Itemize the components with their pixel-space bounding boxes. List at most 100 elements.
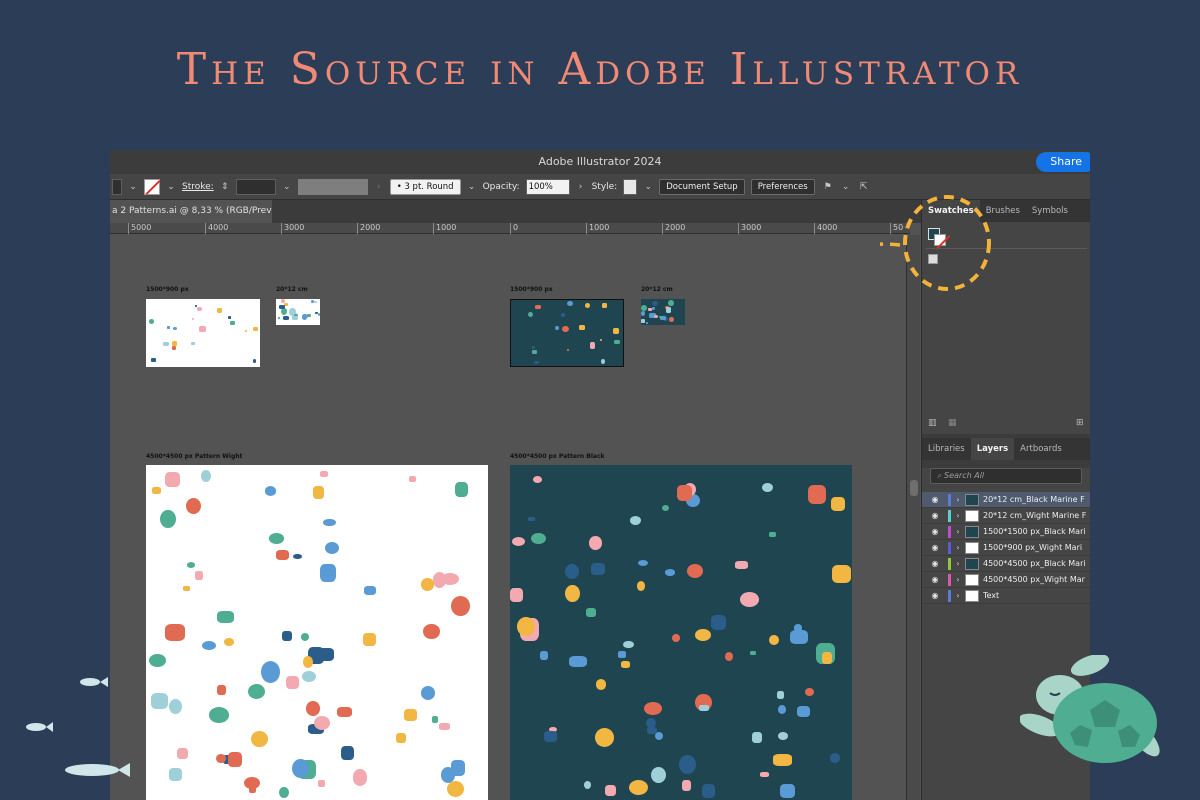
scrollbar-thumb[interactable] [910, 480, 918, 496]
bullet-icon: • [396, 181, 402, 192]
eye-icon[interactable]: ◉ [928, 511, 942, 520]
variable-width-profile[interactable] [297, 178, 368, 195]
layer-row[interactable]: ◉ › 1500*1500 px_Black Mari [922, 524, 1090, 540]
layer-row[interactable]: ◉ › Text [922, 588, 1090, 604]
document-setup-button[interactable]: Document Setup [659, 178, 745, 195]
eye-icon[interactable]: ◉ [928, 495, 942, 504]
pattern-motif [612, 328, 619, 334]
layer-row[interactable]: ◉ › 4500*4500 px_Black Mari [922, 556, 1090, 572]
pattern-motif [281, 299, 285, 303]
pattern-motif [804, 688, 814, 697]
artboard-label: 4500*4500 px Pattern Wight [146, 453, 243, 460]
pattern-motif [641, 311, 646, 316]
pattern-motif [450, 596, 470, 617]
eye-icon[interactable]: ◉ [928, 559, 942, 568]
artboard-label: 20*12 cm [276, 286, 308, 293]
share-button[interactable]: Share [1036, 152, 1090, 172]
pattern-motif [739, 592, 759, 607]
pattern-motif [352, 769, 368, 786]
pattern-motif [307, 314, 311, 318]
pattern-motif [517, 616, 535, 636]
brush-definition[interactable]: • 3 pt. Round [389, 178, 461, 195]
chevron-right-icon[interactable]: › [951, 575, 965, 584]
pattern-motif [760, 771, 769, 777]
layer-name: 4500*4500 px_Wight Mar [983, 575, 1085, 584]
preferences-button[interactable]: Preferences [750, 178, 815, 195]
pattern-motif [197, 306, 202, 312]
pattern-motif [830, 753, 841, 763]
layer-name: 20*12 cm_Wight Marine F [983, 511, 1087, 520]
chevron-down-icon[interactable]: ⌄ [841, 179, 851, 195]
pattern-motif [168, 768, 182, 781]
layers-search-input[interactable]: ⌕ Search All [930, 468, 1082, 484]
chevron-right-icon[interactable]: › [951, 527, 965, 536]
pattern-motif [724, 652, 734, 661]
chevron-right-icon[interactable]: › [374, 179, 384, 195]
pattern-motif [578, 324, 585, 330]
chevron-right-icon[interactable]: › [951, 559, 965, 568]
pattern-motif [260, 661, 280, 684]
pattern-motif [151, 358, 157, 362]
opacity-label[interactable]: Opacity: [483, 182, 520, 192]
chevron-right-icon[interactable]: › [951, 495, 965, 504]
pattern-motif [531, 350, 537, 354]
eye-icon[interactable]: ◉ [928, 527, 942, 536]
pattern-motif [363, 633, 376, 647]
layer-row[interactable]: ◉ › 20*12 cm_Wight Marine F [922, 508, 1090, 524]
chevron-down-icon[interactable]: ⌄ [643, 179, 653, 195]
layer-row[interactable]: ◉ › 20*12 cm_Black Marine F [922, 492, 1090, 508]
pattern-motif [777, 705, 787, 715]
layer-list: ◉ › 20*12 cm_Black Marine F ◉ › 20*12 cm_Wigh… [922, 492, 1090, 604]
style-swatch[interactable] [623, 178, 638, 195]
chevron-down-icon[interactable]: ⌄ [282, 179, 292, 195]
layer-row[interactable]: ◉ › 1500*900 px_Wight Mari [922, 540, 1090, 556]
eye-icon[interactable]: ◉ [928, 543, 942, 552]
pattern-motif [636, 580, 646, 591]
pattern-motif [227, 752, 243, 768]
ruler-tick-label: 4000 [205, 223, 228, 234]
chevron-right-icon[interactable]: › [576, 179, 586, 195]
chevron-down-icon[interactable]: ⌄ [467, 179, 477, 195]
chevron-right-icon[interactable]: › [951, 543, 965, 552]
chevron-right-icon[interactable]: › [951, 591, 965, 600]
horizontal-ruler[interactable]: 5000 4000 3000 2000 1000 0 1000 2000 3000 4000 50 [110, 223, 910, 234]
chevron-down-icon[interactable]: ⌄ [166, 179, 176, 195]
canvas[interactable]: 1500*900 px 20*12 cm 1500*900 px 20*12 c… [110, 235, 906, 800]
stroke-label[interactable]: Stroke: [182, 182, 214, 192]
pattern-motif [451, 760, 466, 776]
layer-row[interactable]: ◉ › 4500*4500 px_Wight Mar [922, 572, 1090, 588]
pattern-motif [244, 776, 260, 789]
artboard-4500-pattern-dark[interactable] [510, 465, 852, 800]
artboard-20x12-white[interactable] [276, 299, 320, 325]
artboard-20x12-dark[interactable] [641, 299, 685, 325]
style-label: Style: [591, 181, 618, 192]
pattern-motif [312, 485, 325, 499]
eye-icon[interactable]: ◉ [928, 575, 942, 584]
pattern-motif [253, 358, 257, 363]
stroke-swatch[interactable] [144, 178, 160, 195]
pattern-motif [554, 325, 559, 331]
pattern-motif [613, 339, 620, 345]
artboard-1500x900-white[interactable] [146, 299, 260, 367]
ruler-tick-label: 3000 [738, 223, 761, 234]
document-tab[interactable]: a 2 Patterns.ai @ 8,33 % (RGB/Preview) [110, 200, 272, 223]
pattern-motif [773, 754, 793, 766]
stroke-stepper-icon[interactable]: ⇕ [220, 179, 230, 195]
pattern-motif [149, 654, 166, 667]
export-icon[interactable]: ⇱ [857, 179, 871, 195]
pattern-motif [227, 316, 231, 320]
pattern-motif [432, 572, 447, 589]
artboard-4500-pattern-white[interactable] [146, 465, 488, 800]
opacity-field[interactable]: 100% [525, 178, 570, 195]
pattern-motif [230, 321, 236, 325]
chevron-down-icon[interactable]: ⌄ [128, 179, 138, 195]
artboard-1500x900-dark[interactable] [510, 299, 624, 367]
arrange-icon[interactable]: ⚑ [821, 179, 835, 195]
stroke-weight-field[interactable] [235, 178, 276, 195]
eye-icon[interactable]: ◉ [928, 591, 942, 600]
pattern-motif [761, 482, 774, 493]
pattern-motif [447, 781, 465, 798]
fish-decoration [26, 677, 130, 777]
fill-swatch[interactable] [112, 178, 122, 195]
chevron-right-icon[interactable]: › [951, 511, 965, 520]
